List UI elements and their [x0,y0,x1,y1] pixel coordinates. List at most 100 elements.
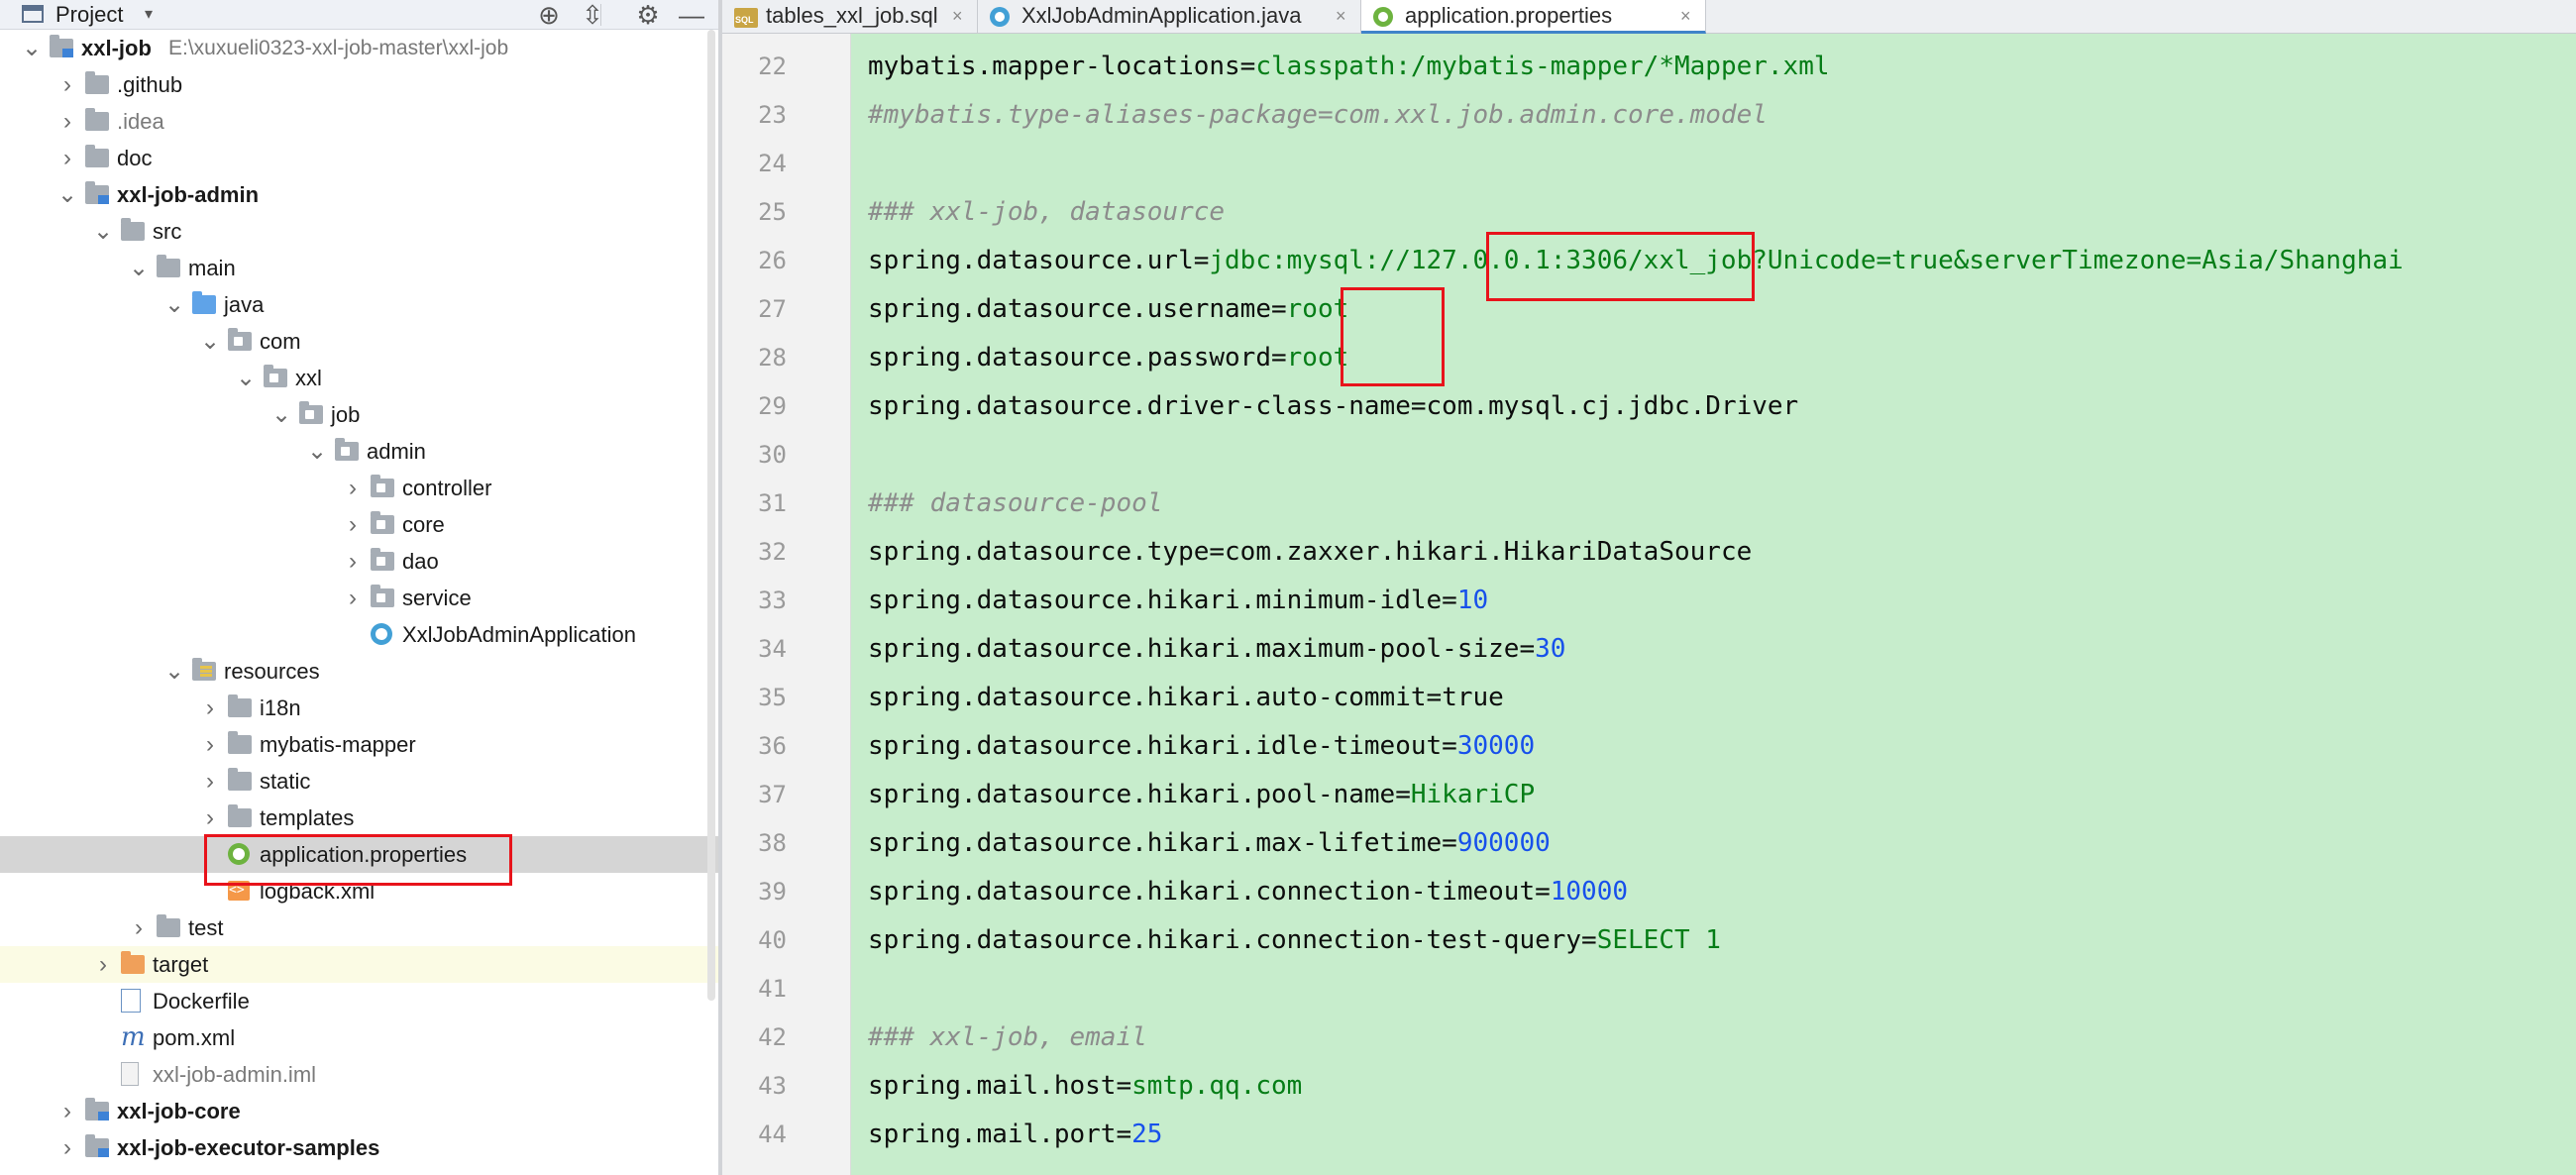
chevron-right-icon[interactable]: › [55,1093,79,1129]
chevron-down-icon[interactable]: ⌄ [305,433,329,470]
code-line[interactable]: mybatis.mapper-locations=classpath:/myba… [868,43,1830,91]
code-line[interactable]: ### datasource-pool [868,480,1162,528]
chevron-down-icon[interactable]: ⌄ [55,176,79,213]
chevron-right-icon[interactable]: › [341,470,365,506]
folder-icon [228,804,252,827]
tree-item[interactable]: › .github [0,66,718,103]
code-key: true [1442,683,1504,712]
tree-item[interactable]: ⌄ main [0,250,718,286]
chevron-right-icon[interactable]: › [341,543,365,580]
chevron-right-icon[interactable]: › [198,690,222,726]
tree-item[interactable]: › dao [0,543,718,580]
close-icon[interactable]: × [952,0,963,32]
chevron-right-icon[interactable]: › [198,726,222,763]
code-line[interactable]: spring.datasource.type=com.zaxxer.hikari… [868,528,1752,577]
close-icon[interactable]: × [1336,0,1346,32]
code-line[interactable]: spring.datasource.hikari.auto-commit=tru… [868,674,1504,722]
code-line[interactable]: #mybatis.type-aliases-package=com.xxl.jo… [868,91,1768,140]
code-line[interactable]: spring.datasource.driver-class-name=com.… [868,382,1798,431]
tree-item[interactable]: XxlJobAdminApplication [0,616,718,653]
code-line[interactable]: ### xxl-job, email [868,1014,1147,1062]
chevron-right-icon[interactable]: › [198,763,222,800]
folder-icon [85,71,109,94]
code-line[interactable]: spring.datasource.hikari.minimum-idle=10 [868,577,1488,625]
code-line[interactable]: spring.datasource.hikari.max-lifetime=90… [868,819,1551,868]
tree-item[interactable]: Dockerfile [0,983,718,1019]
collapse-all-icon[interactable]: ⇳ [575,0,610,30]
tree-item[interactable]: › target [0,946,718,983]
chevron-right-icon[interactable]: › [55,103,79,140]
tree-item[interactable]: m pom.xml [0,1019,718,1056]
chevron-right-icon[interactable]: › [55,1129,79,1166]
code-line[interactable]: spring.datasource.hikari.idle-timeout=30… [868,722,1535,771]
project-panel-title[interactable]: Project [55,0,123,30]
code-line[interactable]: spring.mail.host=smtp.qq.com [868,1062,1302,1111]
close-icon[interactable]: × [1680,0,1691,32]
tree-item[interactable]: › mybatis-mapper [0,726,718,763]
tree-item[interactable]: logback.xml [0,873,718,909]
chevron-right-icon[interactable]: › [55,140,79,176]
chevron-down-icon[interactable]: ⌄ [234,360,258,396]
chevron-right-icon[interactable]: › [341,506,365,543]
tree-item[interactable]: › doc [0,140,718,176]
tree-item[interactable]: › test [0,909,718,946]
chevron-right-icon[interactable]: › [341,580,365,616]
editor-tab[interactable]: tables_xxl_job.sql × [722,0,978,34]
tree-item[interactable]: › core [0,506,718,543]
tree-item[interactable]: › .idea [0,103,718,140]
chevron-down-icon[interactable]: ⌄ [198,323,222,360]
chevron-down-icon[interactable]: ▾ [145,0,153,30]
tree-item[interactable]: › static [0,763,718,800]
tree-scrollbar[interactable] [707,30,715,1001]
tree-item[interactable]: ⌄ xxl-job E:\xuxueli0323-xxl-job-master\xx… [0,30,718,66]
sql-icon [734,8,758,28]
tree-item[interactable]: › controller [0,470,718,506]
chevron-down-icon[interactable]: ⌄ [269,396,293,433]
code-line[interactable]: spring.datasource.hikari.connection-test… [868,916,1721,965]
code-line[interactable]: ### xxl-job, datasource [868,188,1225,237]
chevron-right-icon[interactable]: › [127,909,151,946]
code-key: spring.mail.port= [868,1120,1132,1149]
tree-item[interactable]: ⌄ xxl [0,360,718,396]
locate-file-icon[interactable]: ⊕ [531,0,567,30]
code-line[interactable]: spring.datasource.url=jdbc:mysql://127.0… [868,237,2404,285]
tree-item[interactable]: ⌄ src [0,213,718,250]
code-line[interactable]: spring.mail.port=25 [868,1111,1162,1159]
code-value: 25 [1131,1120,1163,1149]
tree-item-label: target [153,952,209,977]
code-value: HikariCP [1410,780,1536,809]
tree-item[interactable]: ⌄ xxl-job-admin [0,176,718,213]
editor-tab[interactable]: XxlJobAdminApplication.java × [978,0,1361,34]
tree-item[interactable]: › templates [0,800,718,836]
chevron-down-icon[interactable]: ⌄ [91,213,115,250]
tree-item-label: templates [260,805,355,830]
code-line[interactable]: spring.datasource.hikari.maximum-pool-si… [868,625,1565,674]
chevron-down-icon[interactable]: ⌄ [162,286,186,323]
tree-item[interactable]: ⌄ com [0,323,718,360]
tree-item[interactable]: xxl-job-admin.iml [0,1056,718,1093]
chevron-right-icon[interactable]: › [55,66,79,103]
tree-item[interactable]: › i18n [0,690,718,726]
tree-item[interactable]: › service [0,580,718,616]
tree-item[interactable]: ⌄ java [0,286,718,323]
code-line[interactable]: spring.datasource.hikari.connection-time… [868,868,1628,916]
code-line[interactable]: spring.datasource.password=root [868,334,1348,382]
gear-icon[interactable]: ⚙ [630,0,666,30]
tree-item[interactable]: ⌄ resources [0,653,718,690]
chevron-down-icon[interactable]: ⌄ [20,30,44,66]
error-stripe [2562,34,2576,1175]
tree-item[interactable]: › xxl-job-executor-samples [0,1129,718,1166]
chevron-right-icon[interactable]: › [198,800,222,836]
tree-item[interactable]: ⌄ job [0,396,718,433]
code-line[interactable]: spring.datasource.username=root [868,285,1348,334]
tree-item[interactable]: ⌄ admin [0,433,718,470]
tree-item[interactable]: application.properties [0,836,718,873]
hide-panel-icon[interactable]: — [674,0,709,30]
chevron-right-icon[interactable]: › [91,946,115,983]
editor-tab[interactable]: application.properties × [1361,0,1706,34]
chevron-down-icon[interactable]: ⌄ [127,250,151,286]
tree-item[interactable]: › xxl-job-core [0,1093,718,1129]
code-line[interactable]: spring.datasource.hikari.pool-name=Hikar… [868,771,1535,819]
chevron-down-icon[interactable]: ⌄ [162,653,186,690]
line-number: 33 [758,587,787,614]
